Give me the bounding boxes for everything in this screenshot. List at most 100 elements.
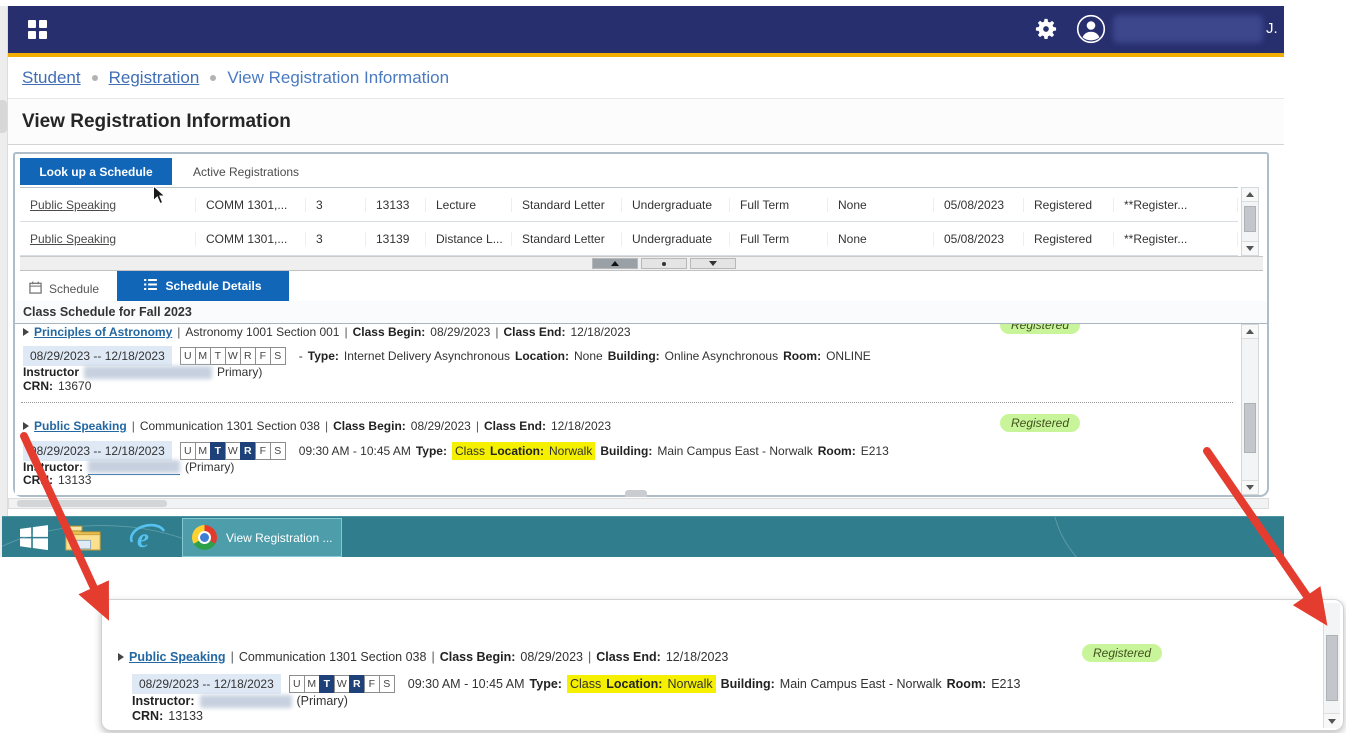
internet-explorer-icon[interactable]: e [128,521,168,557]
class-title-line: Public Speaking | Communication 1301 Sec… [118,650,728,664]
building-label: Building: [600,444,652,458]
expand-arrow-icon[interactable] [23,422,29,430]
class-title-link[interactable]: Principles of Astronomy [34,325,172,339]
date-range-chip: 08/29/2023 -- 12/18/2023 [23,346,172,366]
breadcrumb-student[interactable]: Student [22,68,81,88]
day-box: F [255,442,271,460]
day-box: T [210,347,226,365]
scroll-down-icon[interactable] [1242,241,1258,255]
file-explorer-icon[interactable] [64,523,102,557]
resize-handle[interactable] [625,490,647,497]
table-cell: Full Term [730,198,828,212]
details-scrollbar[interactable] [1241,324,1259,495]
instructor-line: Instructor Primary) [23,365,262,379]
meeting-days-strip: U M T W R F S [181,347,286,365]
class-end-label: Class End: [596,650,661,664]
course-title-link[interactable]: Public Speaking [20,198,196,212]
scrollbar-thumb[interactable] [1244,403,1256,453]
course-info: Communication 1301 Section 038 [239,650,427,664]
scrollbar-thumb[interactable] [17,500,167,507]
class-begin-label: Class Begin: [353,325,426,339]
table-cell: 05/08/2023 [934,232,1024,246]
separator: | [132,419,135,433]
day-box: S [379,675,395,693]
splitter-reset-button[interactable] [641,258,687,269]
user-profile-icon[interactable] [1076,14,1106,49]
location-value: Norwalk [549,444,592,458]
scroll-up-icon[interactable] [1242,188,1258,202]
scroll-down-icon[interactable] [1242,480,1258,494]
registrations-table: Public Speaking COMM 1301,... 3 13133 Le… [20,187,1238,256]
class-begin-label: Class Begin: [333,419,406,433]
separator: | [476,419,479,433]
windows-start-icon[interactable] [20,525,48,555]
meeting-line: 08/29/2023 -- 12/18/2023 U M T W R F S -… [23,346,871,366]
horizontal-scrollbar[interactable] [8,498,1269,509]
class-end-value: 12/18/2023 [551,419,611,433]
instructor-name-redacted [200,695,292,708]
gold-accent-bar [8,53,1284,57]
list-icon [144,279,157,293]
page-title: View Registration Information [22,111,291,133]
splitter-up-button[interactable] [592,258,638,269]
class-title-line: Principles of Astronomy | Astronomy 1001… [23,325,631,339]
class-title-link[interactable]: Public Speaking [34,419,127,433]
building-label: Building: [721,677,775,691]
primary-label: Primary) [217,365,262,379]
splitter-down-button[interactable] [690,258,736,269]
table-cell: **Register... [1114,198,1238,212]
table-row[interactable]: Public Speaking COMM 1301,... 3 13133 Le… [20,188,1238,222]
schedule-section-header: Class Schedule for Fall 2023 [15,301,1267,324]
instructor-name-link[interactable] [88,459,180,475]
day-box: R [240,347,256,365]
table-cell: COMM 1301,... [196,198,306,212]
crn-line: CRN: 13133 [23,473,91,487]
table-cell: Standard Letter [512,198,622,212]
separator: | [495,325,498,339]
meeting-line: 08/29/2023 -- 12/18/2023 U M T W R F S 0… [23,441,889,461]
breadcrumb-registration[interactable]: Registration [109,68,200,88]
tab-active-registrations[interactable]: Active Registrations [183,158,309,185]
tab-schedule[interactable]: Schedule [29,276,99,302]
tab-schedule-details[interactable]: Schedule Details [117,271,289,301]
tab-look-up-a-schedule[interactable]: Look up a Schedule [20,158,172,185]
scroll-up-icon[interactable] [1242,325,1258,339]
location-label: Location: [490,444,544,458]
crn-label: CRN: [132,709,163,723]
instructor-label: Instructor [23,365,79,379]
day-box-active: R [240,442,256,460]
instructor-label: Instructor: [132,694,195,708]
app-menu-grid-icon[interactable] [28,20,47,39]
table-scrollbar[interactable] [1241,187,1259,256]
meeting-time: 09:30 AM - 10:45 AM [408,677,525,691]
window-left-edge [0,6,8,557]
date-range-chip: 08/29/2023 -- 12/18/2023 [132,674,281,694]
zoomed-callout: Registered Public Speaking | Communicati… [101,599,1344,731]
type-value: Class [455,444,485,458]
scrollbar-thumb[interactable] [1244,206,1256,232]
table-row[interactable]: Public Speaking COMM 1301,... 3 13139 Di… [20,222,1238,256]
instructor-name-redacted [84,366,212,379]
day-box: M [195,347,211,365]
separator: | [231,650,234,664]
day-box: U [289,675,305,693]
chrome-taskbar-button[interactable]: View Registration ... [182,518,342,557]
status-badge: Registered [1000,324,1080,334]
primary-label: (Primary) [297,694,348,708]
expand-arrow-icon[interactable] [23,328,29,336]
settings-gear-icon[interactable] [1033,16,1059,47]
location-label: Location: [606,677,662,691]
table-cell: COMM 1301,... [196,232,306,246]
class-begin-label: Class Begin: [440,650,516,664]
meeting-time: 09:30 AM - 10:45 AM [299,444,411,458]
mouse-cursor-icon [152,185,167,211]
course-title-link[interactable]: Public Speaking [20,232,196,246]
location-highlight: Class Location: Norwalk [567,675,716,693]
date-range-chip: 08/29/2023 -- 12/18/2023 [23,441,172,461]
meeting-line: 08/29/2023 -- 12/18/2023 U M T W R F S 0… [132,674,1020,694]
breadcrumb-separator-dot [210,75,216,81]
table-cell: 13133 [366,198,426,212]
table-cell: **Register... [1114,232,1238,246]
table-cell: Distance L... [426,232,512,246]
day-box: S [270,442,286,460]
